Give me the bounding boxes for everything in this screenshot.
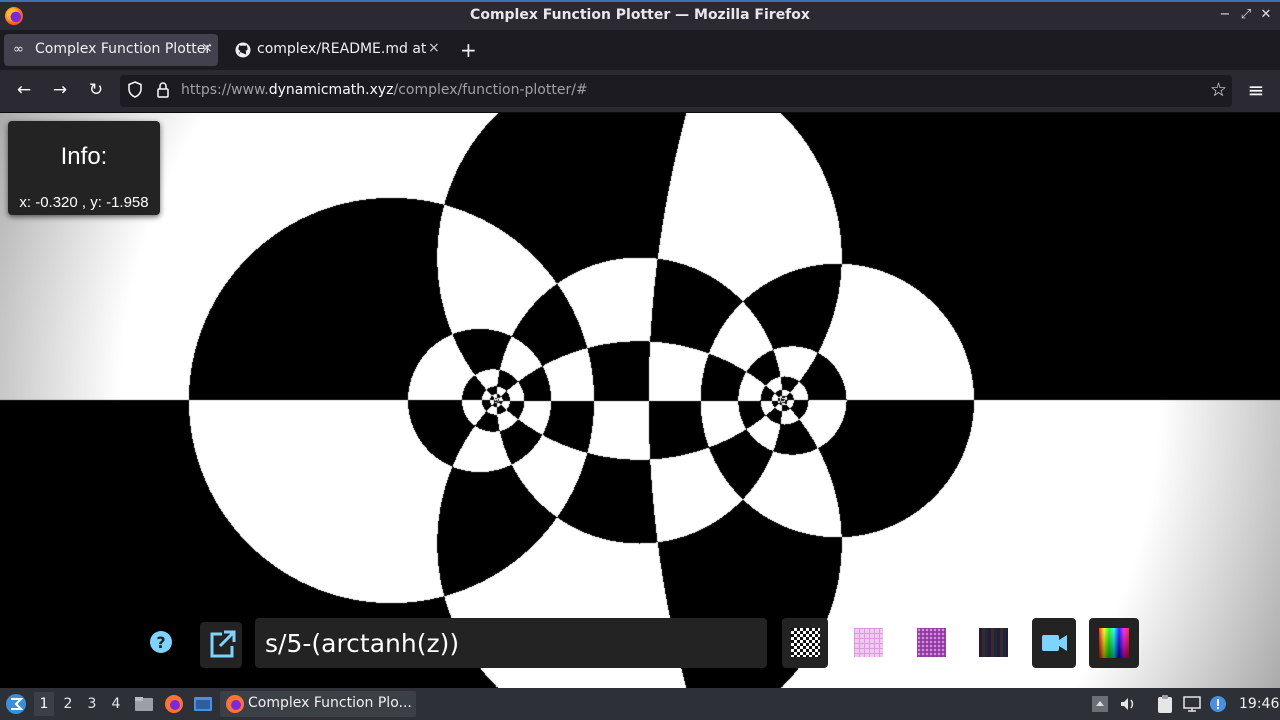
url-text[interactable]: https://www.dynamicmath.xyz/complex/func… bbox=[181, 82, 588, 98]
clipboard-icon[interactable] bbox=[1155, 694, 1175, 714]
share-button[interactable] bbox=[200, 622, 242, 668]
help-button[interactable]: ? bbox=[146, 627, 176, 657]
workspace-4[interactable]: 4 bbox=[106, 696, 126, 712]
control-bar: ? bbox=[0, 618, 1280, 673]
taskbar-window-label: Complex Function Plo... bbox=[248, 695, 412, 711]
window-title: Complex Function Plotter — Mozilla Firef… bbox=[470, 7, 810, 23]
purple-dots-pattern-icon bbox=[917, 628, 946, 657]
reload-button[interactable]: ↻ bbox=[85, 80, 107, 100]
new-tab-button[interactable]: + bbox=[460, 38, 477, 62]
file-manager-icon[interactable] bbox=[134, 694, 154, 714]
tab-readme[interactable]: complex/README.md at × bbox=[226, 34, 444, 66]
start-menu-icon[interactable] bbox=[5, 693, 27, 715]
question-icon: ? bbox=[150, 631, 172, 653]
notification-icon[interactable] bbox=[1208, 694, 1228, 714]
info-panel: Info: x: -0.320 , y: -1.958 bbox=[8, 121, 160, 215]
network-icon[interactable] bbox=[1182, 694, 1202, 714]
color-mode-button[interactable] bbox=[1089, 618, 1139, 668]
tab-close-button[interactable]: × bbox=[201, 40, 213, 56]
function-input[interactable] bbox=[255, 618, 767, 668]
lock-icon[interactable] bbox=[156, 81, 170, 99]
checker-pattern-icon bbox=[791, 628, 820, 657]
taskbar: 1 2 3 4 Complex Function Plo... 19:46 bbox=[0, 688, 1280, 720]
close-window-button[interactable]: ✕ bbox=[1257, 7, 1275, 22]
minimize-button[interactable]: − bbox=[1216, 7, 1234, 22]
dark-stripes-texture-swatch[interactable] bbox=[970, 618, 1016, 668]
bookmark-star-icon[interactable]: ☆ bbox=[1210, 79, 1227, 101]
dark-stripes-pattern-icon bbox=[979, 628, 1008, 657]
tab-complex-function-plotter[interactable]: ∞ Complex Function Plotter × bbox=[4, 34, 218, 66]
tab-label: complex/README.md at bbox=[257, 41, 427, 57]
navigation-bar: ← → ↻ https://www.dynamicmath.xyz/comple… bbox=[0, 70, 1280, 113]
cursor-coordinates: x: -0.320 , y: -1.958 bbox=[19, 194, 149, 211]
maximize-button[interactable]: ⤢ bbox=[1237, 7, 1255, 22]
firefox-icon bbox=[226, 695, 244, 713]
app-menu-button[interactable]: ≡ bbox=[1245, 78, 1267, 102]
record-video-button[interactable] bbox=[1032, 618, 1076, 668]
external-link-icon bbox=[210, 630, 236, 658]
url-prefix: https://www. bbox=[181, 82, 269, 98]
workspace-1[interactable]: 1 bbox=[34, 692, 54, 716]
firefox-launcher-icon[interactable] bbox=[164, 694, 184, 714]
workspace-2[interactable]: 2 bbox=[58, 696, 78, 712]
url-bar[interactable]: https://www.dynamicmath.xyz/complex/func… bbox=[120, 75, 1232, 107]
terminal-launcher-icon[interactable] bbox=[193, 694, 213, 714]
back-button[interactable]: ← bbox=[13, 80, 35, 100]
color-wheel-icon bbox=[1099, 628, 1129, 658]
video-camera-icon bbox=[1042, 635, 1067, 651]
pink-grid-texture-swatch[interactable] bbox=[845, 618, 891, 668]
forward-button[interactable]: → bbox=[49, 80, 71, 100]
tab-close-button[interactable]: × bbox=[428, 40, 440, 56]
url-domain: dynamicmath.xyz bbox=[268, 82, 394, 98]
github-icon bbox=[235, 42, 251, 62]
tray-up-arrow-icon[interactable] bbox=[1090, 694, 1110, 714]
taskbar-window-firefox[interactable]: Complex Function Plo... bbox=[220, 691, 416, 717]
pink-grid-pattern-icon bbox=[854, 628, 883, 657]
complex-plot-canvas[interactable] bbox=[0, 113, 1280, 688]
tab-label: Complex Function Plotter bbox=[35, 41, 212, 57]
window-title-bar: Complex Function Plotter — Mozilla Firef… bbox=[0, 0, 1280, 30]
purple-pattern-texture-swatch[interactable] bbox=[908, 618, 954, 668]
info-heading: Info: bbox=[60, 143, 108, 170]
tracking-protection-shield-icon[interactable] bbox=[128, 81, 142, 98]
page-content: Info: x: -0.320 , y: -1.958 ? bbox=[0, 113, 1280, 688]
workspace-3[interactable]: 3 bbox=[82, 696, 102, 712]
url-path: /complex/function-plotter/# bbox=[393, 82, 588, 98]
volume-icon[interactable] bbox=[1118, 694, 1138, 714]
svg-text:?: ? bbox=[156, 633, 165, 652]
checker-texture-swatch[interactable] bbox=[782, 618, 828, 668]
clock: 19:46 bbox=[1239, 696, 1280, 712]
tab-strip: ∞ Complex Function Plotter × complex/REA… bbox=[0, 30, 1280, 70]
infinity-icon: ∞ bbox=[13, 42, 24, 57]
